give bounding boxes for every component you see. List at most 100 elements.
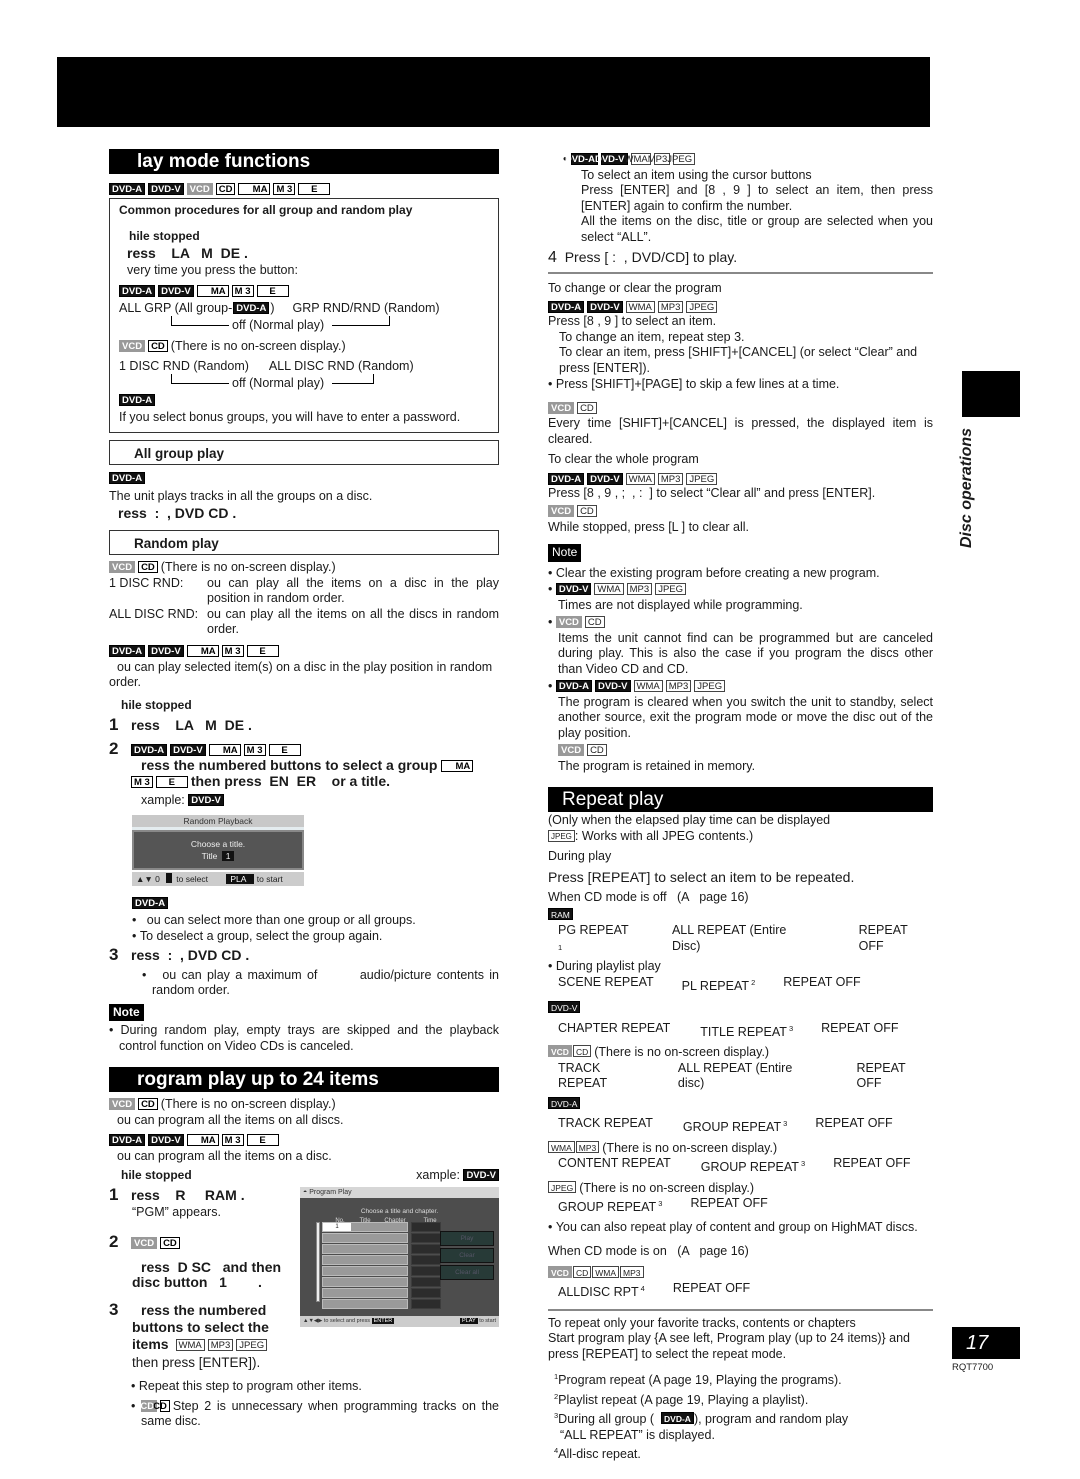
tag-dvdv: DVD-V [463, 1168, 499, 1181]
program-table-row[interactable] [322, 1266, 441, 1276]
play-key: PLA [226, 873, 255, 884]
program-table-row[interactable] [322, 1299, 441, 1309]
tag-vcd: VCD [555, 616, 582, 628]
tag-mp3: M 3 [231, 285, 254, 297]
tag-cd: CD [572, 1045, 592, 1057]
tag-jpeg: E [256, 285, 289, 297]
program-table: 1 [322, 1222, 441, 1310]
tag-dvda: DVD-A [132, 896, 169, 909]
program-table-row[interactable]: 1 [322, 1222, 441, 1232]
repeat-mode-item: GROUP REPEAT 3 [700, 1159, 806, 1174]
note-bullet: • VCD CD [548, 615, 933, 631]
title-number-field[interactable]: 1 [221, 850, 235, 861]
program-no-cell[interactable]: 1 [323, 1223, 351, 1231]
document-code: RQT7700 [952, 1362, 994, 1373]
side-tab-label: Disc operations [958, 427, 975, 548]
note-label: Note [548, 544, 582, 562]
tag-mp3: M 3 [221, 1134, 244, 1146]
common-procedures-box: Common procedures for all group and rand… [109, 198, 499, 433]
note-bullet: • Clear the existing program before crea… [548, 565, 880, 580]
program-bullet: • Repeat this step to program other item… [131, 1379, 362, 1393]
program-time-cell [411, 1244, 441, 1254]
common-procedures-title: Common procedures for all group and rand… [119, 203, 413, 217]
clear-all-button[interactable]: Clear all [440, 1265, 494, 1280]
while-stopped-label: hile stopped [121, 697, 192, 712]
tag-dvdv: DVD-V [595, 153, 628, 165]
tag-jpeg: JPEG [686, 472, 718, 485]
note-bullet: • DVD-V WMA MP3 JPEG [548, 582, 933, 598]
program-table-row[interactable] [322, 1244, 441, 1254]
screen-footer: ▲▼ 0 to select PLA to start [132, 871, 304, 886]
program-dvd-desc: ou can program all the items on a disc. [117, 1149, 332, 1163]
program-time-cell [411, 1266, 441, 1276]
program-vcd-desc: ou can program all the items on all disc… [117, 1112, 344, 1127]
tag-cd: CD [577, 505, 597, 517]
footnote: 4All-disc repeat. [554, 1446, 641, 1461]
tag-wma: MA [208, 743, 241, 756]
screen-prompt: Choose a title. [190, 838, 246, 849]
tag-vcd: VCD [548, 1265, 572, 1278]
tag-vcd: VCD [548, 1045, 572, 1057]
program-time-cell [411, 1222, 441, 1232]
repeat-mode-item: TRACK REPEAT [558, 1060, 608, 1091]
repeat-sequence-jpeg: GROUP REPEAT 3 REPEAT OFF [548, 1196, 933, 1216]
tag-jpeg: E [246, 1134, 279, 1146]
program-list-scrollbar[interactable] [316, 1222, 320, 1302]
tag-cd: CD [215, 183, 236, 195]
repeat-mode-item: PG REPEAT 1 [558, 923, 629, 952]
tag-jpeg: JPEG [694, 680, 726, 692]
tag-cd: CD [148, 339, 168, 352]
program-bullet: • VCDCDStep 2 is unnecessary when progra… [131, 1398, 499, 1429]
program-step-2: 2 VCD CD [109, 1233, 299, 1252]
program-table-row[interactable] [322, 1233, 441, 1243]
random-dvda-bullet: • ou can select more than one group or a… [132, 913, 416, 927]
random-alldisc: ALL DISC RND: ou can play all the items o… [109, 606, 499, 637]
tag-dvda: DVD-A [555, 680, 592, 692]
mode-sequence-vcd: 1 DISC RND (Random) ALL DISC RND (Random) [119, 359, 414, 373]
tag-jpeg: E [155, 775, 188, 788]
tag-dvda: DVD-A [565, 153, 598, 165]
tag-dvda: DVD-A [119, 393, 156, 406]
tag-cd: CD [584, 616, 605, 628]
repeat-sequence-dvdv: CHAPTER REPEAT TITLE REPEAT 3 REPEAT OFF [548, 1021, 933, 1041]
tag-mp3: M 3 [221, 644, 244, 657]
tag-ram: RAM [548, 907, 573, 920]
play-button[interactable]: Play [440, 1231, 494, 1246]
program-time-cell [411, 1277, 441, 1287]
change-program-heading: To change or clear the program [548, 280, 722, 295]
screen-footer: ▲▼◀▶ to select and press ENTER PLAY to s… [300, 1316, 499, 1327]
tag-dvda: DVD-A [109, 183, 146, 195]
tag-dvdv: DVD-V [587, 472, 623, 485]
tag-vcd: VCD [119, 339, 146, 352]
program-step-3: 3 ress the numbered [109, 1299, 267, 1319]
tag-jpeg: JPEG [548, 1180, 577, 1193]
repeat-mode-item: ALLDISC RPT 4 [558, 1284, 645, 1299]
tag-dvdv: DVD-V [148, 1134, 184, 1146]
repeat-mode-item: TRACK REPEAT [558, 1116, 653, 1130]
program-table-row[interactable] [322, 1288, 441, 1298]
repeat-mode-item: CONTENT REPEAT [558, 1156, 671, 1170]
tag-cd: CD [577, 401, 597, 414]
tag-dvdv: DVD-V [587, 301, 623, 313]
program-table-row[interactable] [322, 1255, 441, 1265]
tag-mp3: MP3 [657, 301, 684, 313]
tag-wma: WMA [548, 1140, 575, 1153]
repeat-mode-item: ALL REPEAT (Entire disc) [677, 1060, 793, 1091]
repeat-sequence-vcd: TRACK REPEAT ALL REPEAT (Entire disc) REPE… [548, 1061, 933, 1092]
tag-wma: MA [196, 285, 229, 297]
right-column: • DVD-ADVD-VWMAMP3JPEG To select an item… [548, 152, 933, 1461]
section-title-play-mode: lay mode functions [109, 149, 499, 174]
random-playback-screen: Random Playback Choose a title. Title 1 … [132, 814, 304, 886]
clear-button[interactable]: Clear [440, 1248, 494, 1263]
tag-mp3: MP3 [665, 680, 692, 692]
program-time-cell [411, 1299, 441, 1309]
repeat-mode-item: REPEAT OFF [821, 1020, 899, 1035]
tag-wma: MA [186, 644, 219, 657]
tag-jpeg: JPEG [655, 583, 686, 595]
program-table-row[interactable] [322, 1277, 441, 1287]
section-title-repeat-play: Repeat play [548, 787, 933, 812]
tag-dvda: DVD-A [109, 471, 146, 484]
cursor-select-block: • DVD-ADVD-VWMAMP3JPEG [548, 152, 933, 168]
random-note-bullet: • During random play, empty trays are sk… [109, 1023, 499, 1053]
subsection-random-play: Random play [109, 530, 499, 555]
